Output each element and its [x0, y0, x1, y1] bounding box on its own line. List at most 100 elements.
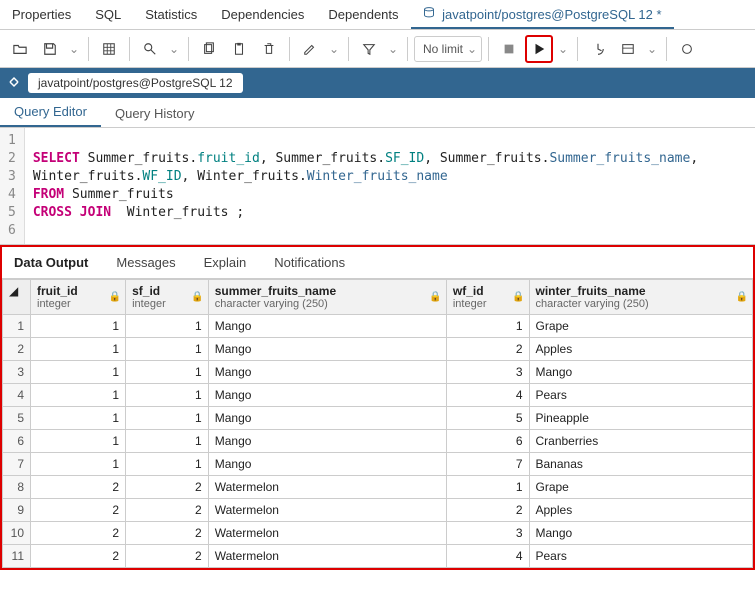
col-sf-id[interactable]: sf_idinteger🔒	[126, 280, 209, 315]
edit-button[interactable]	[296, 35, 324, 63]
find-dropdown[interactable]	[166, 35, 182, 63]
row-number[interactable]: 4	[3, 384, 31, 407]
tab-query-editor[interactable]: Query Editor	[0, 98, 101, 127]
cell-fruit-id[interactable]: 1	[31, 338, 126, 361]
table-row[interactable]: 1122Watermelon4Pears	[3, 545, 753, 568]
cell-fruit-id[interactable]: 1	[31, 315, 126, 338]
cell-sf-id[interactable]: 2	[126, 476, 209, 499]
cell-fruit-id[interactable]: 2	[31, 476, 126, 499]
execute-button[interactable]	[525, 35, 553, 63]
cell-fruit-id[interactable]: 1	[31, 361, 126, 384]
table-row[interactable]: 311Mango3Mango	[3, 361, 753, 384]
open-file-button[interactable]	[6, 35, 34, 63]
row-number[interactable]: 10	[3, 522, 31, 545]
row-number[interactable]: 3	[3, 361, 31, 384]
tab-query-history[interactable]: Query History	[101, 100, 208, 127]
col-winter-fruits-name[interactable]: winter_fruits_namecharacter varying (250…	[529, 280, 753, 315]
cell-wf-id[interactable]: 3	[446, 522, 529, 545]
tab-messages[interactable]: Messages	[108, 249, 183, 276]
cell-wf-id[interactable]: 2	[446, 338, 529, 361]
row-number[interactable]: 1	[3, 315, 31, 338]
stop-button[interactable]	[495, 35, 523, 63]
sql-editor[interactable]: 123456 SELECT Summer_fruits.fruit_id, Su…	[0, 128, 755, 245]
table-row[interactable]: 1022Watermelon3Mango	[3, 522, 753, 545]
paste-button[interactable]	[225, 35, 253, 63]
col-wf-id[interactable]: wf_idinteger🔒	[446, 280, 529, 315]
table-row[interactable]: 711Mango7Bananas	[3, 453, 753, 476]
cell-winter-name[interactable]: Pears	[529, 384, 753, 407]
cell-winter-name[interactable]: Bananas	[529, 453, 753, 476]
edit-grid-button[interactable]	[95, 35, 123, 63]
commit-button[interactable]	[673, 35, 701, 63]
row-number[interactable]: 11	[3, 545, 31, 568]
explain-button[interactable]	[584, 35, 612, 63]
cell-winter-name[interactable]: Pineapple	[529, 407, 753, 430]
table-row[interactable]: 822Watermelon1Grape	[3, 476, 753, 499]
cell-wf-id[interactable]: 5	[446, 407, 529, 430]
save-dropdown[interactable]	[66, 35, 82, 63]
row-number[interactable]: 6	[3, 430, 31, 453]
cell-fruit-id[interactable]: 1	[31, 407, 126, 430]
cell-winter-name[interactable]: Pears	[529, 545, 753, 568]
connection-label[interactable]: javatpoint/postgres@PostgreSQL 12	[28, 73, 243, 93]
explain-dropdown[interactable]	[644, 35, 660, 63]
cell-fruit-id[interactable]: 1	[31, 430, 126, 453]
cell-sf-id[interactable]: 2	[126, 522, 209, 545]
row-limit-select[interactable]: No limit	[414, 36, 482, 62]
cell-sf-id[interactable]: 1	[126, 315, 209, 338]
table-row[interactable]: 511Mango5Pineapple	[3, 407, 753, 430]
filter-dropdown[interactable]	[385, 35, 401, 63]
cell-fruit-id[interactable]: 1	[31, 453, 126, 476]
cell-winter-name[interactable]: Grape	[529, 476, 753, 499]
cell-summer-name[interactable]: Mango	[208, 430, 446, 453]
cell-sf-id[interactable]: 1	[126, 361, 209, 384]
cell-summer-name[interactable]: Watermelon	[208, 476, 446, 499]
cell-winter-name[interactable]: Apples	[529, 338, 753, 361]
corner-cell[interactable]: ◢	[3, 280, 31, 315]
table-row[interactable]: 611Mango6Cranberries	[3, 430, 753, 453]
execute-dropdown[interactable]	[555, 35, 571, 63]
edit-dropdown[interactable]	[326, 35, 342, 63]
cell-fruit-id[interactable]: 1	[31, 384, 126, 407]
cell-wf-id[interactable]: 3	[446, 361, 529, 384]
cell-winter-name[interactable]: Grape	[529, 315, 753, 338]
cell-summer-name[interactable]: Mango	[208, 361, 446, 384]
col-fruit-id[interactable]: fruit_idinteger🔒	[31, 280, 126, 315]
cell-sf-id[interactable]: 1	[126, 384, 209, 407]
tab-statistics[interactable]: Statistics	[133, 2, 209, 27]
cell-wf-id[interactable]: 1	[446, 476, 529, 499]
tab-notifications[interactable]: Notifications	[266, 249, 353, 276]
cell-sf-id[interactable]: 1	[126, 338, 209, 361]
copy-button[interactable]	[195, 35, 223, 63]
table-row[interactable]: 211Mango2Apples	[3, 338, 753, 361]
find-button[interactable]	[136, 35, 164, 63]
cell-wf-id[interactable]: 6	[446, 430, 529, 453]
cell-summer-name[interactable]: Watermelon	[208, 522, 446, 545]
cell-wf-id[interactable]: 4	[446, 384, 529, 407]
cell-wf-id[interactable]: 1	[446, 315, 529, 338]
cell-wf-id[interactable]: 4	[446, 545, 529, 568]
cell-summer-name[interactable]: Mango	[208, 338, 446, 361]
tab-dependencies[interactable]: Dependencies	[209, 2, 316, 27]
col-summer-fruits-name[interactable]: summer_fruits_namecharacter varying (250…	[208, 280, 446, 315]
row-number[interactable]: 2	[3, 338, 31, 361]
table-row[interactable]: 411Mango4Pears	[3, 384, 753, 407]
row-number[interactable]: 5	[3, 407, 31, 430]
cell-fruit-id[interactable]: 2	[31, 545, 126, 568]
cell-summer-name[interactable]: Watermelon	[208, 545, 446, 568]
cell-wf-id[interactable]: 2	[446, 499, 529, 522]
cell-sf-id[interactable]: 1	[126, 407, 209, 430]
cell-sf-id[interactable]: 2	[126, 499, 209, 522]
cell-sf-id[interactable]: 1	[126, 430, 209, 453]
cell-fruit-id[interactable]: 2	[31, 499, 126, 522]
cell-summer-name[interactable]: Mango	[208, 453, 446, 476]
cell-summer-name[interactable]: Mango	[208, 315, 446, 338]
tab-properties[interactable]: Properties	[0, 2, 83, 27]
cell-sf-id[interactable]: 1	[126, 453, 209, 476]
sql-code[interactable]: SELECT Summer_fruits.fruit_id, Summer_fr…	[25, 128, 755, 244]
explain-analyze-button[interactable]	[614, 35, 642, 63]
filter-button[interactable]	[355, 35, 383, 63]
table-row[interactable]: 922Watermelon2Apples	[3, 499, 753, 522]
cell-sf-id[interactable]: 2	[126, 545, 209, 568]
connection-icon[interactable]	[6, 74, 22, 93]
